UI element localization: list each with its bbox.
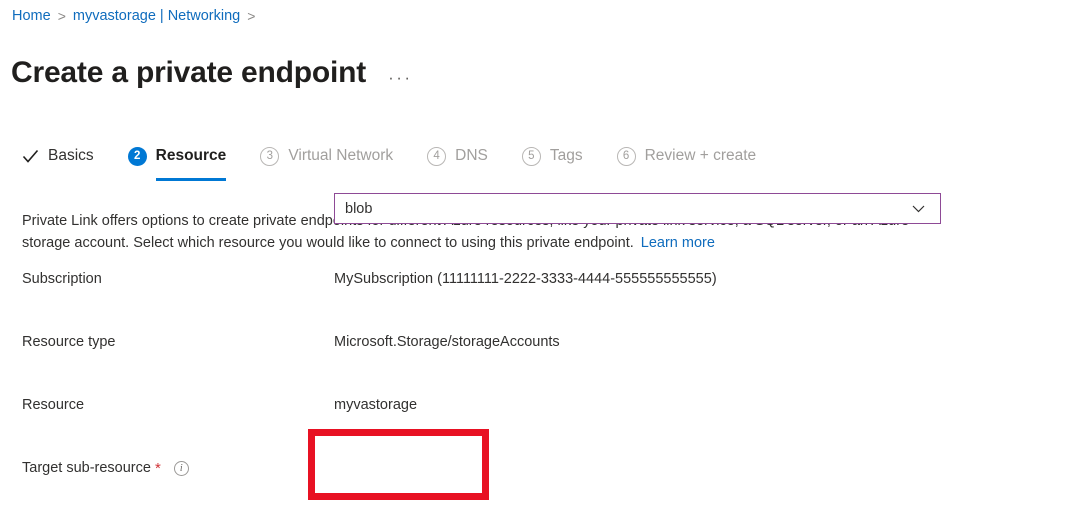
chevron-down-icon (912, 202, 925, 215)
info-icon[interactable]: i (174, 461, 189, 476)
tab-tags-label: Tags (550, 147, 583, 165)
tab-review-create-badge: 6 (617, 147, 636, 166)
form-row-subscription: Subscription MySubscription (11111111-22… (0, 262, 1088, 325)
subscription-label: Subscription (22, 271, 102, 287)
tab-virtual-network-label: Virtual Network (288, 147, 393, 165)
tab-review-create[interactable]: 6 Review + create (617, 140, 757, 172)
breadcrumb-item-home[interactable]: Home (12, 8, 51, 24)
target-sub-resource-selected-value: blob (335, 201, 912, 217)
subscription-label-text: Subscription (22, 271, 102, 287)
tab-dns[interactable]: 4 DNS (427, 140, 488, 172)
breadcrumb-item-myvastorage-networking[interactable]: myvastorage | Networking (73, 8, 240, 24)
tab-resource-badge: 2 (128, 147, 147, 166)
more-options-icon[interactable]: ··· (388, 69, 412, 86)
resource-value: myvastorage (334, 397, 417, 413)
tab-virtual-network-badge: 3 (260, 147, 279, 166)
subscription-value: MySubscription (11111111-2222-3333-4444-… (334, 271, 717, 287)
tab-dns-label: DNS (455, 147, 488, 165)
page-title: Create a private endpoint (11, 56, 366, 89)
resource-label-text: Resource (22, 397, 84, 413)
tab-basics[interactable]: Basics (22, 140, 94, 172)
tab-tags[interactable]: 5 Tags (522, 140, 583, 172)
tab-dns-badge: 4 (427, 147, 446, 166)
tab-resource[interactable]: 2 Resource (128, 140, 227, 172)
form-row-resource-type: Resource type Microsoft.Storage/storageA… (0, 325, 1088, 388)
breadcrumb-separator-icon: > (58, 8, 66, 24)
resource-type-value: Microsoft.Storage/storageAccounts (334, 334, 560, 350)
form-row-target-sub-resource: Target sub-resource * i (0, 451, 1088, 514)
target-sub-resource-dropdown[interactable]: blob (334, 193, 941, 224)
breadcrumb: Home > myvastorage | Networking > (12, 5, 262, 27)
breadcrumb-separator-icon: > (247, 8, 255, 24)
learn-more-link[interactable]: Learn more (641, 235, 715, 251)
form-row-resource: Resource myvastorage (0, 388, 1088, 451)
check-icon (22, 148, 39, 165)
resource-type-label: Resource type (22, 334, 116, 350)
tab-tags-badge: 5 (522, 147, 541, 166)
wizard-step-tabs: Basics 2 Resource 3 Virtual Network 4 DN… (22, 140, 790, 180)
active-tab-indicator (156, 178, 227, 181)
resource-label: Resource (22, 397, 84, 413)
resource-form: Subscription MySubscription (11111111-22… (0, 262, 1088, 514)
tab-resource-label: Resource (156, 147, 227, 165)
required-asterisk: * (155, 461, 161, 476)
tab-basics-label: Basics (48, 147, 94, 165)
tab-virtual-network[interactable]: 3 Virtual Network (260, 140, 393, 172)
page-header: Create a private endpoint ··· (11, 36, 413, 109)
tab-review-create-label: Review + create (645, 147, 757, 165)
resource-type-label-text: Resource type (22, 334, 116, 350)
target-sub-resource-label-text: Target sub-resource (22, 460, 151, 476)
target-sub-resource-label: Target sub-resource * i (22, 460, 189, 476)
